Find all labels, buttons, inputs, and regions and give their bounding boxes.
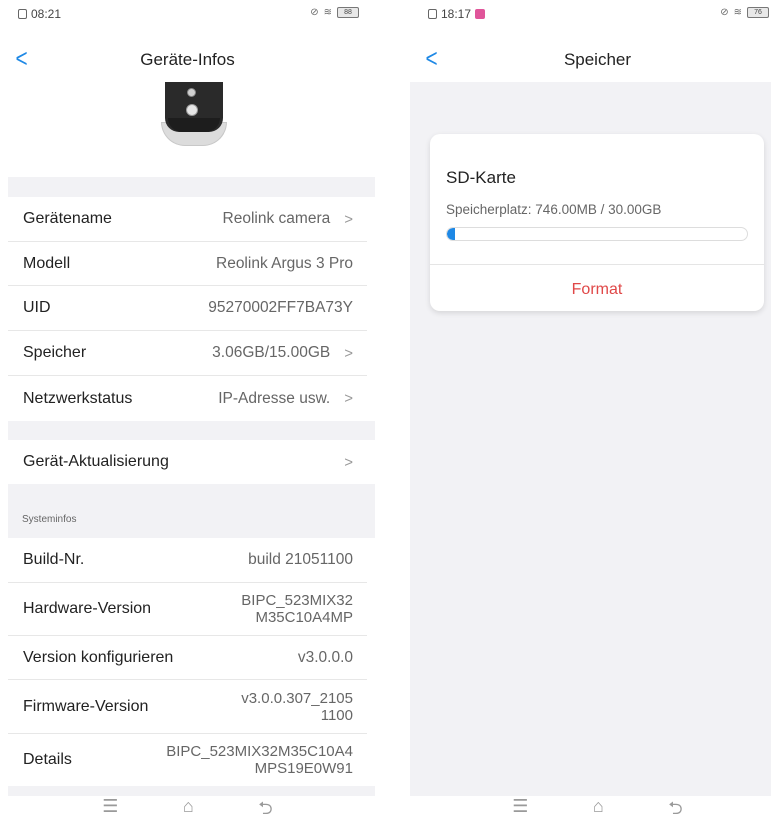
battery-icon: 88 bbox=[337, 7, 359, 18]
sd-card-panel: SD-Karte Speicherplatz: 746.00MB / 30.00… bbox=[430, 134, 764, 311]
divider bbox=[430, 264, 764, 265]
row-details: Details BIPC_523MIX32M35C10A4 MPS19E0W91 bbox=[8, 734, 367, 786]
row-value: v3.0.0.307_2105 1100 bbox=[241, 689, 353, 724]
back-icon[interactable]: ⮌ bbox=[668, 796, 682, 821]
status-time: 08:21 bbox=[31, 7, 62, 21]
row-label: Build-Nr. bbox=[23, 551, 85, 568]
page-title: Speicher bbox=[563, 50, 632, 69]
sd-card-title: SD-Karte bbox=[446, 168, 516, 187]
menu-icon[interactable]: ☰ bbox=[512, 796, 528, 821]
row-value: build 21051100 bbox=[248, 551, 353, 568]
row-label: Version konfigurieren bbox=[23, 648, 174, 666]
chevron-right-icon: > bbox=[344, 453, 353, 471]
row-label: Gerät-Aktualisierung bbox=[23, 453, 169, 470]
chevron-right-icon: > bbox=[344, 210, 353, 228]
format-button[interactable]: Format bbox=[430, 281, 764, 299]
divider bbox=[8, 421, 375, 440]
wifi-icon: ≋ bbox=[733, 7, 742, 18]
home-icon[interactable]: ⌂ bbox=[593, 796, 604, 821]
row-device-update[interactable]: Gerät-Aktualisierung > bbox=[8, 440, 367, 484]
storage-progress-bar bbox=[446, 227, 748, 241]
page-title: Geräte-Infos bbox=[140, 50, 235, 69]
row-build-number: Build-Nr. build 21051100 bbox=[8, 538, 367, 583]
storage-progress-fill bbox=[447, 228, 455, 240]
status-bar: 08:21 ⊘ ≋ 88 bbox=[0, 0, 375, 30]
status-bar: 18:17 ⊘ ≋ 76 bbox=[410, 0, 771, 30]
row-value: v3.0.0.0 bbox=[297, 648, 353, 666]
divider bbox=[8, 786, 375, 796]
row-label: UID bbox=[23, 299, 51, 316]
row-value: BIPC_523MIX32M35C10A4 MPS19E0W91 bbox=[166, 743, 353, 777]
battery-icon: 76 bbox=[747, 7, 769, 18]
row-storage[interactable]: Speicher 3.06GB/15.00GB > bbox=[8, 331, 367, 376]
home-icon[interactable]: ⌂ bbox=[183, 796, 194, 821]
mute-icon: ⊘ bbox=[720, 7, 729, 18]
row-label: Hardware-Version bbox=[23, 600, 152, 617]
row-hardware-version: Hardware-Version BIPC_523MIX32 M35C10A4MP bbox=[8, 583, 367, 636]
wifi-icon: ≋ bbox=[323, 7, 332, 18]
screenshot-icon bbox=[428, 9, 437, 19]
row-model: Modell Reolink Argus 3 Pro bbox=[8, 242, 367, 286]
row-value: Reolink Argus 3 Pro bbox=[216, 254, 353, 272]
device-info-screen: 08:21 ⊘ ≋ 88 < Geräte-Infos Gerätename R… bbox=[0, 0, 375, 821]
section-header-systeminfos: Systeminfos bbox=[8, 484, 375, 538]
row-value: Reolink camera bbox=[222, 210, 331, 227]
divider bbox=[8, 177, 375, 197]
row-value: 95270002FF7BA73Y bbox=[208, 299, 353, 316]
row-value: IP-Adresse usw. bbox=[218, 389, 331, 407]
row-device-name[interactable]: Gerätename Reolink camera > bbox=[8, 197, 367, 242]
row-network-status[interactable]: Netzwerkstatus IP-Adresse usw. > bbox=[8, 376, 367, 421]
back-icon[interactable]: ⮌ bbox=[258, 796, 272, 821]
chevron-right-icon: > bbox=[344, 344, 353, 362]
storage-usage-text: Speicherplatz: 746.00MB / 30.00GB bbox=[446, 202, 662, 217]
nav-bar: < Geräte-Infos bbox=[0, 38, 375, 82]
system-nav-bar: ☰ ⌂ ⮌ bbox=[0, 796, 375, 821]
row-label: Gerätename bbox=[23, 210, 112, 227]
row-value: BIPC_523MIX32 M35C10A4MP bbox=[241, 592, 353, 626]
row-firmware-version: Firmware-Version v3.0.0.307_2105 1100 bbox=[8, 680, 367, 734]
camera-image bbox=[0, 82, 375, 177]
system-nav-bar: ☰ ⌂ ⮌ bbox=[410, 796, 771, 821]
app-notification-icon bbox=[475, 9, 486, 19]
row-label: Netzwerkstatus bbox=[23, 389, 133, 407]
menu-icon[interactable]: ☰ bbox=[102, 796, 118, 821]
mute-icon: ⊘ bbox=[310, 7, 319, 18]
status-time: 18:17 bbox=[441, 7, 472, 21]
row-label: Firmware-Version bbox=[23, 697, 149, 715]
row-uid: UID 95270002FF7BA73Y bbox=[8, 286, 367, 331]
chevron-right-icon: > bbox=[344, 390, 353, 407]
nav-bar: < Speicher bbox=[410, 30, 771, 82]
screenshot-icon bbox=[18, 9, 27, 19]
row-value: 3.06GB/15.00GB bbox=[212, 344, 331, 361]
row-config-version: Version konfigurieren v3.0.0.0 bbox=[8, 636, 367, 680]
storage-screen: 18:17 ⊘ ≋ 76 < Speicher SD-Karte Speiche… bbox=[410, 0, 771, 821]
row-label: Details bbox=[23, 751, 72, 768]
row-label: Modell bbox=[23, 254, 71, 272]
row-label: Speicher bbox=[23, 344, 87, 361]
